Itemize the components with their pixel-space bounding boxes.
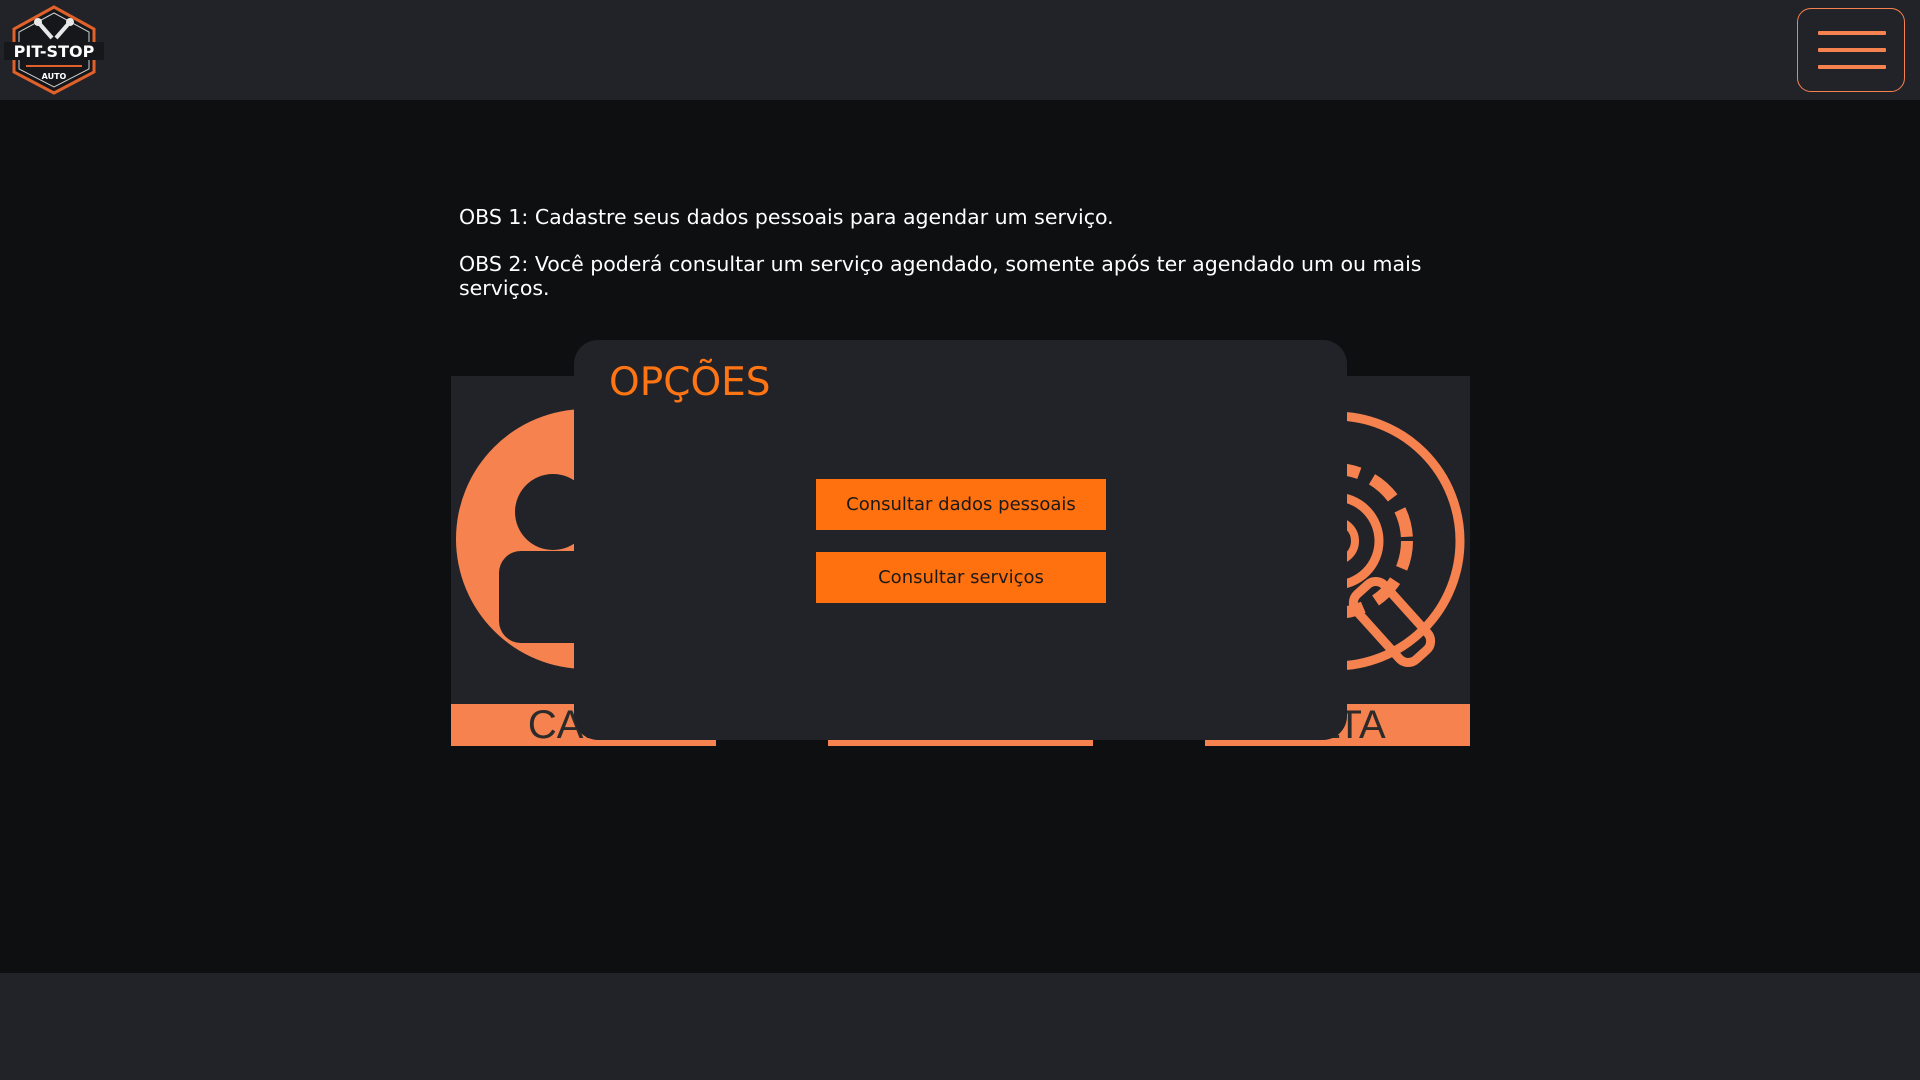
obs-note-2: OBS 2: Você poderá consultar um serviço … (459, 252, 1422, 300)
modal-title: OPÇÕES (609, 360, 771, 405)
options-modal: OPÇÕES Consultar dados pessoais Consulta… (574, 340, 1347, 740)
header: PIT-STOP AUTO (0, 0, 1920, 100)
svg-text:PIT-STOP: PIT-STOP (14, 42, 95, 61)
obs-note-1: OBS 1: Cadastre seus dados pessoais para… (459, 205, 1114, 229)
pit-stop-logo[interactable]: PIT-STOP AUTO (4, 4, 104, 96)
footer (0, 973, 1920, 1080)
consult-personal-data-button[interactable]: Consultar dados pessoais (816, 479, 1106, 530)
logo-icon: PIT-STOP AUTO (4, 5, 104, 95)
notes: OBS 1: Cadastre seus dados pessoais para… (459, 205, 1459, 323)
menu-button[interactable] (1797, 8, 1905, 92)
consult-services-button[interactable]: Consultar serviços (816, 552, 1106, 603)
svg-text:AUTO: AUTO (42, 72, 67, 81)
